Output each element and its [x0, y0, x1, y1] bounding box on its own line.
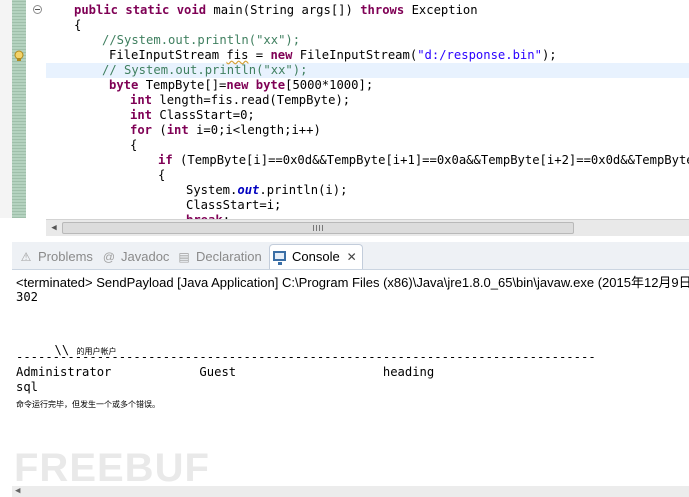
freebuf-watermark-logo: FREEBUF [14, 446, 210, 490]
console-icon [273, 251, 286, 265]
code-line: int length=fis.read(TempByte); [130, 93, 350, 108]
code-line: int ClassStart=0; [130, 108, 255, 123]
code-token: FileInputStream [109, 48, 227, 62]
code-line: //System.out.println("xx"); [102, 33, 300, 48]
console-line: sql [16, 380, 39, 394]
console-separator: ----------------------------------------… [16, 350, 596, 364]
code-token: FileInputStream( [299, 48, 418, 62]
code-token: [5000*1000]; [285, 78, 374, 92]
code-token: main(String [213, 3, 302, 17]
code-token: // System.out.println("xx"); [102, 63, 308, 77]
code-token: throws [360, 3, 412, 17]
code-token: out [237, 183, 260, 197]
folding-column [27, 0, 45, 218]
code-token: { [74, 18, 82, 32]
tab-problems[interactable]: ⚠ Problems [16, 246, 93, 268]
editor-change-ruler [12, 0, 26, 218]
code-token: TempByte[]= [145, 78, 227, 92]
code-token: (TempByte[i]==0x0d&&TempByte[i+1]==0x0a&… [180, 153, 689, 167]
code-token: .println(i); [259, 183, 348, 197]
code-token: new byte [226, 78, 286, 92]
tab-label: Console [292, 249, 340, 264]
editor-left-margin [0, 0, 12, 218]
code-line: for (int i=0;i<length;i++) [130, 123, 321, 138]
code-token: if [158, 153, 181, 167]
console-horizontal-scrollbar[interactable]: ◀ [12, 486, 689, 497]
problems-icon: ⚠ [20, 250, 32, 264]
code-token: int [166, 123, 197, 137]
tab-label: Declaration [196, 249, 262, 264]
code-line: { [74, 18, 81, 33]
tab-declaration[interactable]: ▤ Declaration [174, 246, 262, 268]
code-token: ClassStart=i; [186, 198, 282, 212]
console-line: 命令运行完毕，但发生一个或多个错误。 [16, 400, 160, 409]
scroll-left-arrow-icon[interactable]: ◀ [15, 486, 20, 496]
declaration-icon: ▤ [178, 250, 190, 264]
code-line: byte TempByte[]=new byte[5000*1000]; [109, 78, 373, 93]
code-line: { [158, 168, 165, 183]
code-editor[interactable]: public static void main(String args[]) t… [0, 0, 689, 222]
code-token: fis [226, 48, 249, 62]
javadoc-icon: @ [102, 250, 116, 264]
code-token: args[]) [301, 3, 361, 17]
code-line: public static void main(String args[]) t… [74, 3, 478, 18]
code-token: length=fis.read(TempByte); [159, 93, 351, 107]
code-token: for [130, 123, 160, 137]
scrollbar-grip-icon [313, 225, 323, 231]
bottom-view-tab-bar: ⚠ Problems @ Javadoc ▤ Declaration Conso… [12, 242, 689, 270]
console-line: 302 [16, 290, 39, 304]
code-line: FileInputStream fis = new FileInputStrea… [109, 48, 557, 63]
code-line: // System.out.println("xx"); [102, 63, 307, 78]
close-icon[interactable]: ✕ [347, 245, 357, 269]
code-token: ( [159, 123, 167, 137]
code-line: if (TempByte[i]==0x0d&&TempByte[i+1]==0x… [158, 153, 689, 168]
code-token: Exception [411, 3, 478, 17]
code-token: public static void [74, 3, 214, 17]
scrollbar-thumb[interactable] [62, 222, 574, 234]
code-token: new [270, 48, 300, 62]
tab-console[interactable]: Console ✕ [269, 244, 363, 269]
code-token: = [248, 48, 271, 62]
code-token: i=0;i<length;i++) [196, 123, 321, 137]
code-token: int [130, 108, 160, 122]
code-token: System. [186, 183, 238, 197]
code-token: int [130, 93, 160, 107]
scroll-left-arrow-icon[interactable]: ◀ [49, 223, 59, 233]
code-token: ClassStart=0; [159, 108, 255, 122]
collapse-icon[interactable] [33, 5, 42, 14]
editor-horizontal-scrollbar[interactable]: ◀ [46, 219, 689, 236]
code-line: System.out.println(i); [186, 183, 347, 198]
code-token: { [130, 138, 138, 152]
lightbulb-warning-icon[interactable] [13, 50, 25, 62]
console-process-header: <terminated> SendPayload [Java Applicati… [16, 275, 689, 290]
console-line: Administrator Guest heading [16, 365, 435, 379]
code-token: ); [541, 48, 557, 62]
code-token: //System.out.println("xx"); [102, 33, 301, 47]
code-token: byte [109, 78, 146, 92]
code-line: ClassStart=i; [186, 198, 281, 213]
tab-label: Javadoc [121, 249, 170, 264]
tab-label: Problems [38, 249, 93, 264]
code-token: { [158, 168, 166, 182]
code-line: { [130, 138, 137, 153]
code-token: "d:/response.bin" [417, 48, 542, 62]
tab-javadoc[interactable]: @ Javadoc [99, 246, 170, 268]
